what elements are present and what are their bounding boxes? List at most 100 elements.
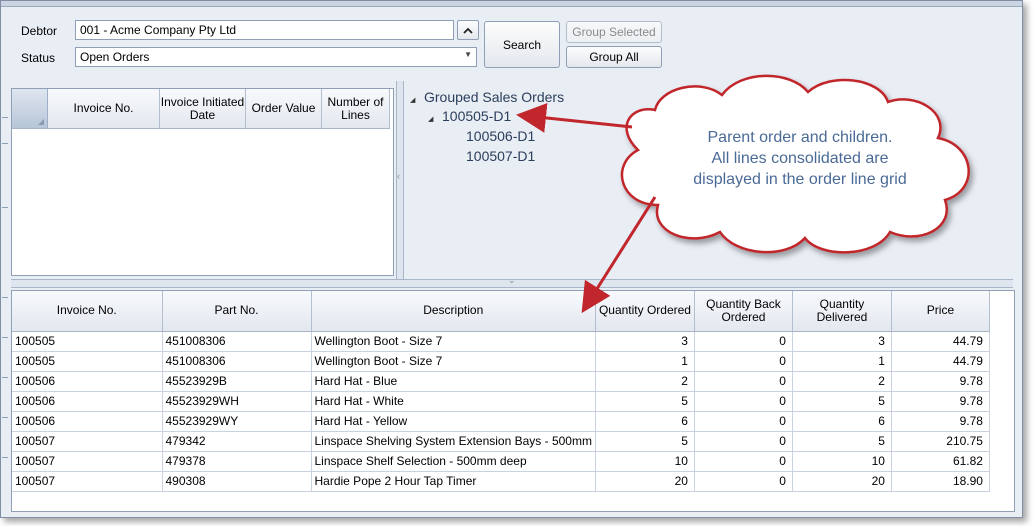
triangle-expanded-icon[interactable]: ◢: [410, 96, 424, 104]
column-header-number-of-lines[interactable]: Number of Lines: [322, 89, 390, 128]
cell-quantity-ordered: 1: [595, 351, 695, 372]
column-header-part-no[interactable]: Part No.: [162, 291, 312, 332]
table-row[interactable]: 100505 451008306 Wellington Boot - Size …: [12, 331, 990, 352]
table-row[interactable]: 100506 45523929WH Hard Hat - White 5 0 5…: [12, 391, 990, 412]
cell-quantity-back-ordered: 0: [694, 331, 793, 352]
column-header-quantity-delivered[interactable]: Quantity Delivered: [792, 291, 892, 332]
tree-root-label: Grouped Sales Orders: [424, 89, 565, 105]
cell-part-no: 45523929B: [162, 371, 312, 392]
cell-invoice-no: 100507: [12, 471, 163, 492]
search-button[interactable]: Search: [484, 21, 560, 68]
tree-node-child[interactable]: 100507-D1: [466, 148, 535, 164]
column-header-price[interactable]: Price: [891, 291, 990, 332]
cell-quantity-delivered: 20: [792, 471, 892, 492]
cell-part-no: 45523929WH: [162, 391, 312, 412]
callout-line: All lines consolidated are: [711, 150, 889, 167]
column-header-quantity-back-ordered[interactable]: Quantity Back Ordered: [694, 291, 793, 332]
cell-price: 9.78: [891, 411, 990, 432]
cell-invoice-no: 100506: [12, 371, 163, 392]
cell-quantity-delivered: 5: [792, 431, 892, 452]
cell-part-no: 451008306: [162, 331, 312, 352]
table-row[interactable]: 100506 45523929WY Hard Hat - Yellow 6 0 …: [12, 411, 990, 432]
column-header-order-value[interactable]: Order Value: [246, 89, 322, 128]
left-edge-markers: [1, 87, 9, 487]
column-header-invoice-no[interactable]: Invoice No.: [48, 89, 160, 128]
status-value: Open Orders: [80, 50, 150, 64]
order-lines-header-row: Invoice No. Part No. Description Quantit…: [12, 291, 990, 332]
cell-price: 9.78: [891, 371, 990, 392]
invoice-grid-header: Invoice No. Invoice Initiated Date Order…: [12, 89, 390, 129]
cell-description: Hardie Pope 2 Hour Tap Timer: [311, 471, 596, 492]
cell-quantity-ordered: 5: [595, 391, 695, 412]
cell-quantity-ordered: 2: [595, 371, 695, 392]
cell-quantity-delivered: 3: [792, 331, 892, 352]
cell-part-no: 490308: [162, 471, 312, 492]
cell-quantity-delivered: 5: [792, 391, 892, 412]
cell-quantity-back-ordered: 0: [694, 411, 793, 432]
cell-quantity-ordered: 3: [595, 331, 695, 352]
tree-parent-label: 100505-D1: [442, 108, 512, 124]
cell-description: Hard Hat - Blue: [311, 371, 596, 392]
table-row[interactable]: 100507 479342 Linspace Shelving System E…: [12, 431, 990, 452]
group-selected-button[interactable]: Group Selected: [566, 21, 662, 43]
chevron-up-icon: [463, 27, 473, 34]
cell-price: 44.79: [891, 351, 990, 372]
cell-description: Hard Hat - Yellow: [311, 411, 596, 432]
cell-price: 18.90: [891, 471, 990, 492]
table-row[interactable]: 100506 45523929B Hard Hat - Blue 2 0 2 9…: [12, 371, 990, 392]
cell-quantity-ordered: 6: [595, 411, 695, 432]
callout-text: Parent order and children. All lines con…: [640, 127, 960, 190]
select-all-corner[interactable]: [12, 89, 48, 128]
tree-node-child[interactable]: 100506-D1: [466, 128, 535, 144]
order-lines-grid[interactable]: Invoice No. Part No. Description Quantit…: [11, 290, 1015, 512]
debtor-value: 001 - Acme Company Pty Ltd: [80, 23, 237, 37]
column-header-quantity-ordered[interactable]: Quantity Ordered: [595, 291, 695, 332]
cell-invoice-no: 100505: [12, 331, 163, 352]
cell-quantity-delivered: 1: [792, 351, 892, 372]
group-all-button[interactable]: Group All: [566, 46, 662, 68]
column-header-description[interactable]: Description: [311, 291, 596, 332]
invoice-grid[interactable]: Invoice No. Invoice Initiated Date Order…: [11, 88, 394, 276]
cell-quantity-back-ordered: 0: [694, 451, 793, 472]
table-row[interactable]: 100505 451008306 Wellington Boot - Size …: [12, 351, 990, 372]
order-lines-table: Invoice No. Part No. Description Quantit…: [12, 291, 990, 492]
column-header-invoice-no[interactable]: Invoice No.: [12, 291, 163, 332]
cell-description: Wellington Boot - Size 7: [311, 351, 596, 372]
cell-description: Linspace Shelving System Extension Bays …: [311, 431, 596, 452]
debtor-combobox[interactable]: 001 - Acme Company Pty Ltd: [75, 20, 454, 40]
cell-quantity-delivered: 10: [792, 451, 892, 472]
cell-quantity-back-ordered: 0: [694, 431, 793, 452]
cell-part-no: 45523929WY: [162, 411, 312, 432]
cell-price: 44.79: [891, 331, 990, 352]
horizontal-splitter[interactable]: [11, 275, 1013, 288]
cell-description: Linspace Shelf Selection - 500mm deep: [311, 451, 596, 472]
cell-price: 61.82: [891, 451, 990, 472]
cell-part-no: 479342: [162, 431, 312, 452]
collapse-filters-button[interactable]: [457, 20, 479, 40]
status-label: Status: [21, 51, 56, 65]
cell-quantity-ordered: 20: [595, 471, 695, 492]
cell-quantity-delivered: 2: [792, 371, 892, 392]
chevron-down-icon: ▼: [464, 50, 472, 59]
table-row[interactable]: 100507 490308 Hardie Pope 2 Hour Tap Tim…: [12, 471, 990, 492]
cell-invoice-no: 100507: [12, 431, 163, 452]
status-select[interactable]: Open Orders ▼: [75, 47, 477, 67]
cell-description: Wellington Boot - Size 7: [311, 331, 596, 352]
tree-node-root[interactable]: ◢ Grouped Sales Orders: [410, 89, 564, 105]
cell-quantity-back-ordered: 0: [694, 351, 793, 372]
debtor-label: Debtor: [21, 24, 58, 38]
cell-price: 210.75: [891, 431, 990, 452]
triangle-expanded-icon[interactable]: ◢: [428, 115, 442, 123]
column-header-invoice-initiated-date[interactable]: Invoice Initiated Date: [160, 89, 246, 128]
callout-line: displayed in the order line grid: [693, 171, 907, 188]
cell-quantity-back-ordered: 0: [694, 471, 793, 492]
cell-invoice-no: 100506: [12, 411, 163, 432]
sales-order-grouping-window: Debtor 001 - Acme Company Pty Ltd Status…: [0, 0, 1023, 518]
table-row[interactable]: 100507 479378 Linspace Shelf Selection -…: [12, 451, 990, 472]
cell-part-no: 479378: [162, 451, 312, 472]
vertical-splitter[interactable]: [396, 81, 404, 279]
cell-quantity-ordered: 10: [595, 451, 695, 472]
tree-node-parent[interactable]: ◢ 100505-D1: [428, 108, 511, 124]
callout-line: Parent order and children.: [707, 129, 893, 146]
cell-invoice-no: 100506: [12, 391, 163, 412]
